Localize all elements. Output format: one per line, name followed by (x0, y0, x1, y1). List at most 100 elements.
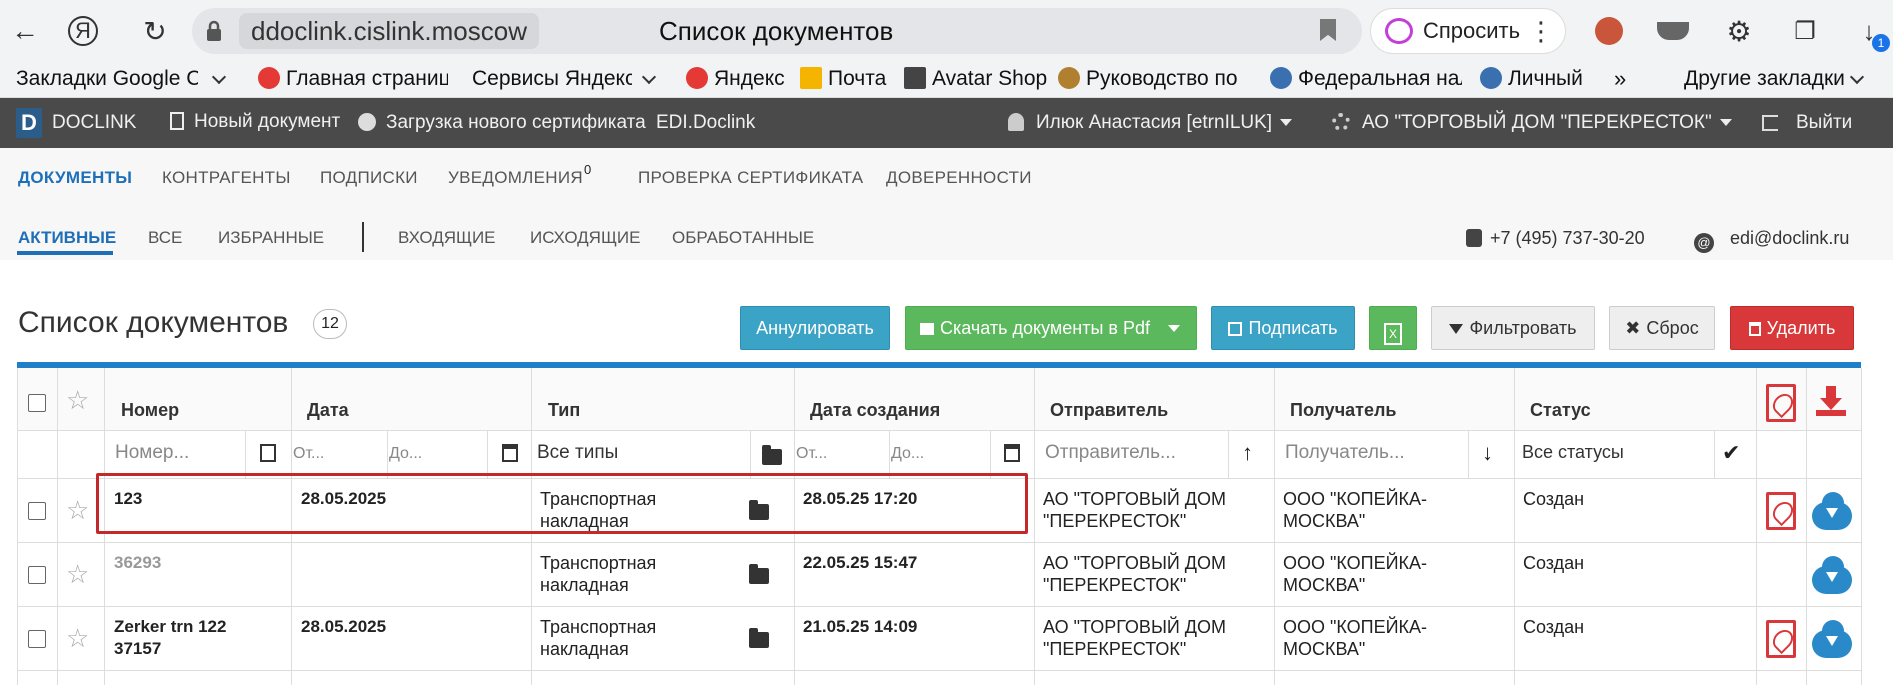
bookmark-google[interactable]: Закладки Google Ch (16, 64, 198, 94)
reset-button[interactable]: ✖ Сброс (1609, 306, 1715, 350)
tax-icon (1270, 67, 1292, 89)
star-icon[interactable]: ☆ (66, 497, 89, 523)
chevron-down-icon[interactable] (1849, 69, 1865, 85)
pdf-icon[interactable] (1766, 384, 1796, 422)
cloud-download-icon[interactable] (1812, 492, 1852, 530)
brand-link[interactable]: DOCLINK (52, 113, 136, 133)
chevron-down-icon[interactable] (211, 69, 227, 85)
folder-icon[interactable] (762, 445, 782, 465)
upload-certificate-link[interactable]: Загрузка нового сертификата (358, 113, 646, 133)
bookmark-personal[interactable]: Личный к (1480, 64, 1590, 94)
tab-power-of-attorney[interactable]: ДОВЕРЕННОСТИ (886, 168, 1032, 188)
user-menu[interactable]: Илюк Анастасия [etrnILUK] (1008, 113, 1293, 133)
column-number[interactable]: Номер (121, 400, 179, 421)
calendar-icon[interactable] (1004, 444, 1020, 462)
edi-doclink-link[interactable]: EDI.Doclink (656, 113, 755, 133)
chevron-down-icon[interactable] (641, 69, 657, 85)
star-icon[interactable]: ☆ (66, 561, 89, 587)
tab-processed[interactable]: ОБРАБОТАННЫЕ (672, 228, 814, 248)
column-type[interactable]: Тип (548, 400, 580, 421)
row-number[interactable]: 36293 (114, 552, 161, 574)
filter-divider (990, 430, 991, 478)
tab-all[interactable]: ВСЕ (148, 228, 182, 248)
row-folder-box[interactable] (736, 550, 782, 596)
date-to-input[interactable]: До... (389, 445, 422, 463)
yandex-icon[interactable]: Я (68, 16, 98, 46)
filter-button[interactable]: Фильтровать (1431, 306, 1595, 350)
check-icon[interactable]: ✔ (1722, 440, 1740, 466)
delete-button[interactable]: Удалить (1730, 306, 1854, 350)
bookmark-main-page[interactable]: Главная страница (258, 64, 448, 94)
tab-counterparties[interactable]: КОНТРАГЕНТЫ (162, 168, 291, 188)
profile-avatar-icon[interactable] (1590, 12, 1628, 50)
tab-certificate-check[interactable]: ПРОВЕРКА СЕРТИФИКАТА (638, 168, 863, 188)
bookmark-other[interactable]: Другие закладки (1684, 64, 1844, 94)
number-filter-input[interactable]: Номер... (115, 442, 189, 464)
bookmark-tax[interactable]: Федеральная нал (1270, 64, 1462, 94)
address-host[interactable]: ddoclink.cislink.moscow (239, 13, 539, 49)
menu-dots-icon[interactable]: ⋮ (1522, 12, 1560, 50)
filter-divider (487, 430, 488, 478)
bookmark-guide[interactable]: Руководство по п (1058, 64, 1244, 94)
created-to-input[interactable]: До... (891, 445, 924, 463)
bookmark-mail[interactable]: Почта (800, 64, 900, 94)
tab-documents[interactable]: ДОКУМЕНТЫ (18, 168, 132, 188)
row-folder-box[interactable] (736, 614, 782, 660)
col-divider (1274, 368, 1275, 685)
caret-down-icon (1167, 325, 1180, 332)
new-document-link[interactable]: Новый документ (170, 112, 340, 132)
receiver-filter-input[interactable]: Получатель... (1285, 442, 1405, 464)
tab-active[interactable]: АКТИВНЫЕ (18, 228, 116, 248)
sender-filter-input[interactable]: Отправитель... (1045, 442, 1176, 464)
bookmark-avatar-shop[interactable]: Avatar Shop (904, 64, 1054, 94)
column-date[interactable]: Дата (307, 400, 349, 421)
select-all-checkbox[interactable] (28, 394, 46, 412)
date-from-input[interactable]: От... (293, 445, 324, 463)
row-number[interactable]: Zerker trn 122 37157 (114, 616, 226, 660)
column-receiver[interactable]: Получатель (1290, 400, 1396, 421)
column-created[interactable]: Дата создания (810, 400, 940, 421)
more-bookmarks-icon[interactable]: » (1614, 64, 1634, 94)
cloud-download-icon[interactable] (1812, 620, 1852, 658)
check-square-icon (1228, 322, 1243, 336)
back-icon[interactable]: ← (6, 12, 44, 50)
download-all-icon[interactable] (1814, 384, 1848, 418)
download-pdf-button[interactable]: Скачать документы в Pdf (905, 306, 1197, 350)
status-filter-select[interactable]: Все статусы (1522, 442, 1624, 463)
annul-button[interactable]: Аннулировать (740, 306, 890, 350)
calendar-icon[interactable] (502, 444, 518, 462)
tab-subscriptions[interactable]: ПОДПИСКИ (320, 168, 418, 188)
tab-notifications[interactable]: УВЕДОМЛЕНИЯ (448, 168, 583, 188)
column-sender[interactable]: Отправитель (1050, 400, 1168, 421)
tab-icon[interactable] (1654, 12, 1692, 50)
reload-icon[interactable]: ↻ (136, 12, 174, 50)
row-checkbox[interactable] (28, 502, 46, 520)
star-icon[interactable]: ☆ (66, 387, 89, 413)
row-checkbox[interactable] (28, 630, 46, 648)
bookmark-icon[interactable] (1320, 19, 1336, 41)
sort-desc-icon[interactable]: ↓ (1482, 440, 1493, 466)
column-status[interactable]: Статус (1530, 400, 1591, 421)
support-email[interactable]: @ edi@doclink.ru (1694, 228, 1849, 253)
tab-outgoing[interactable]: ИСХОДЯЩИЕ (530, 228, 640, 248)
organization-menu[interactable]: АО "ТОРГОВЫЙ ДОМ "ПЕРЕКРЕСТОК" (1332, 113, 1732, 133)
cloud-download-icon[interactable] (1812, 556, 1852, 594)
logout-link[interactable]: Выйти (1762, 113, 1852, 133)
bookmark-yandex-services[interactable]: Сервисы Яндекса (472, 64, 632, 94)
collections-icon[interactable]: ❐ (1786, 12, 1824, 50)
address-bar[interactable]: ddoclink.cislink.moscow Список документо… (192, 8, 1362, 54)
type-filter-select[interactable]: Все типы (537, 442, 618, 464)
bookmark-yandex[interactable]: Яндекс (686, 64, 796, 94)
star-icon[interactable]: ☆ (66, 625, 89, 651)
tab-favorites[interactable]: ИЗБРАННЫЕ (218, 228, 324, 248)
tab-incoming[interactable]: ВХОДЯЩИЕ (398, 228, 496, 248)
extensions-icon[interactable]: ⚙ (1720, 12, 1758, 50)
export-excel-button[interactable]: X (1369, 306, 1417, 350)
sort-asc-icon[interactable]: ↑ (1242, 440, 1253, 466)
pdf-icon[interactable] (1766, 492, 1796, 530)
pdf-icon[interactable] (1766, 620, 1796, 658)
row-checkbox[interactable] (28, 566, 46, 584)
sign-button[interactable]: Подписать (1211, 306, 1355, 350)
created-from-input[interactable]: От... (796, 445, 827, 463)
list-icon[interactable] (260, 444, 276, 462)
